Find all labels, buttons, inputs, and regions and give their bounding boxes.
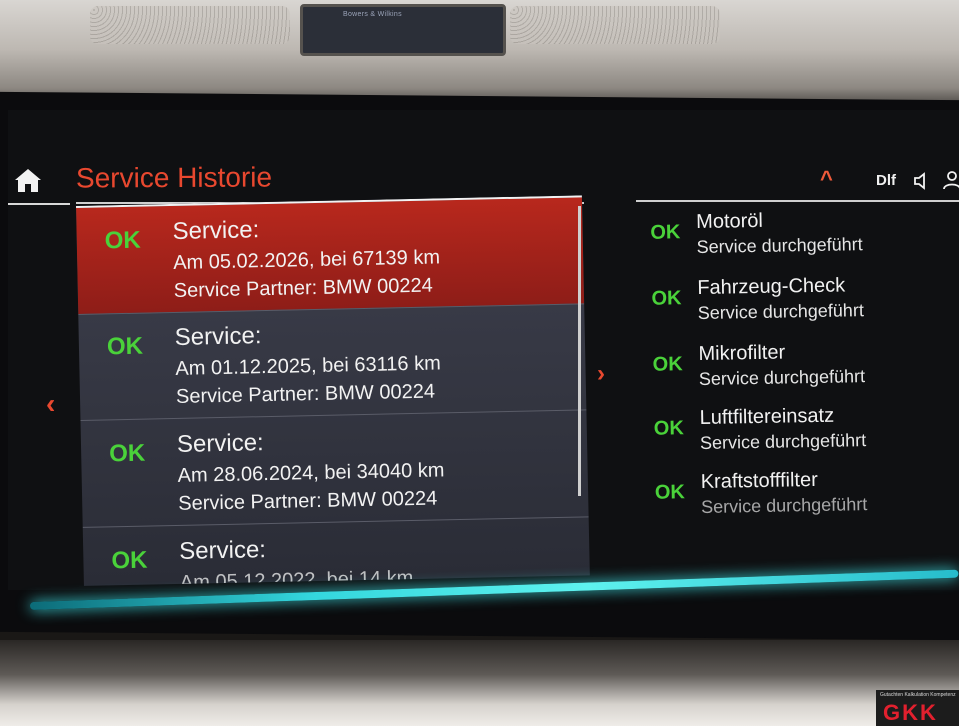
service-item-name: Motoröl bbox=[695, 209, 764, 234]
watermark-logo: GKK bbox=[883, 700, 938, 725]
top-display-text: Bowers & Wilkins bbox=[343, 11, 402, 18]
home-icon bbox=[15, 169, 41, 192]
header-divider-right bbox=[636, 200, 959, 202]
service-item-state: Service durchgeführt bbox=[698, 366, 866, 389]
status-ok-label: OK bbox=[654, 481, 686, 504]
list-scrollbar[interactable] bbox=[578, 206, 581, 496]
service-item-state: Service durchgeführt bbox=[696, 234, 863, 258]
entry-date-mileage: Am 05.02.2026, bei 67139 km bbox=[172, 246, 441, 274]
service-history-list: OK Service: Am 05.02.2026, bei 67139 km … bbox=[76, 195, 590, 586]
next-page-arrow[interactable]: › bbox=[597, 360, 605, 388]
service-item-state: Service durchgeführt bbox=[700, 494, 868, 517]
page-title: Service Historie bbox=[75, 161, 273, 194]
speaker-icon[interactable] bbox=[912, 172, 932, 190]
service-item[interactable]: OK Fahrzeug-Check Service durchgeführt bbox=[641, 272, 959, 340]
status-ok-label: OK bbox=[653, 417, 684, 440]
history-entry[interactable]: OK Service: Am 05.12.2022, bei 14 km bbox=[82, 517, 590, 586]
history-entry[interactable]: OK Service: Am 05.02.2026, bei 67139 km … bbox=[76, 195, 585, 315]
entry-partner: Service Partner: BMW 00224 bbox=[175, 380, 436, 408]
status-ok-label: OK bbox=[104, 226, 142, 255]
home-button[interactable] bbox=[12, 166, 44, 194]
history-entry[interactable]: OK Service: Am 01.12.2025, bei 63116 km … bbox=[78, 303, 587, 421]
entry-title: Service: bbox=[178, 536, 267, 565]
entry-title: Service: bbox=[172, 216, 260, 245]
speaker-grille-left bbox=[90, 6, 290, 44]
previous-page-arrow[interactable]: ‹ bbox=[46, 388, 55, 420]
status-ok-label: OK bbox=[108, 439, 146, 468]
service-item-name: Luftfiltereinsatz bbox=[699, 404, 835, 429]
speaker-grille-right bbox=[510, 6, 720, 44]
entry-date-mileage: Am 01.12.2025, bei 63116 km bbox=[175, 352, 441, 380]
entry-partner: Service Partner: BMW 00224 bbox=[173, 274, 433, 302]
service-item[interactable]: OK Kraftstofffilter Service durchgeführt bbox=[645, 466, 959, 534]
chevron-up-icon[interactable]: ^ bbox=[820, 166, 833, 192]
status-ok-label: OK bbox=[106, 332, 144, 361]
status-ok-label: OK bbox=[652, 353, 683, 376]
top-display: Bowers & Wilkins bbox=[300, 4, 506, 56]
radio-station-label[interactable]: Dlf bbox=[876, 172, 896, 189]
service-item[interactable]: OK Mikrofilter Service durchgeführt bbox=[642, 338, 959, 406]
service-item[interactable]: OK Luftfiltereinsatz Service durchgeführ… bbox=[643, 402, 959, 470]
entry-partner: Service Partner: BMW 00224 bbox=[178, 487, 438, 515]
status-ok-label: OK bbox=[650, 221, 681, 244]
service-item[interactable]: OK Motoröl Service durchgeführt bbox=[640, 206, 959, 274]
history-entry[interactable]: OK Service: Am 28.06.2024, bei 34040 km … bbox=[80, 410, 589, 528]
status-ok-label: OK bbox=[651, 287, 682, 310]
service-item-name: Kraftstofffilter bbox=[700, 468, 818, 493]
person-icon[interactable] bbox=[940, 170, 959, 190]
entry-title: Service: bbox=[174, 322, 262, 351]
service-item-state: Service durchgeführt bbox=[697, 300, 865, 324]
entry-title: Service: bbox=[176, 429, 264, 458]
status-ok-label: OK bbox=[111, 546, 148, 575]
watermark-text: Gutachten Kalkulation Kompetenz bbox=[880, 692, 956, 698]
service-item-name: Mikrofilter bbox=[698, 341, 786, 365]
service-items-panel: OK Motoröl Service durchgeführt OK Fahrz… bbox=[640, 206, 959, 532]
service-item-name: Fahrzeug-Check bbox=[697, 274, 846, 300]
lower-dashboard-trim bbox=[0, 640, 959, 726]
home-underline bbox=[8, 203, 70, 205]
entry-date-mileage: Am 28.06.2024, bei 34040 km bbox=[177, 459, 445, 487]
service-item-state: Service durchgeführt bbox=[699, 430, 867, 453]
